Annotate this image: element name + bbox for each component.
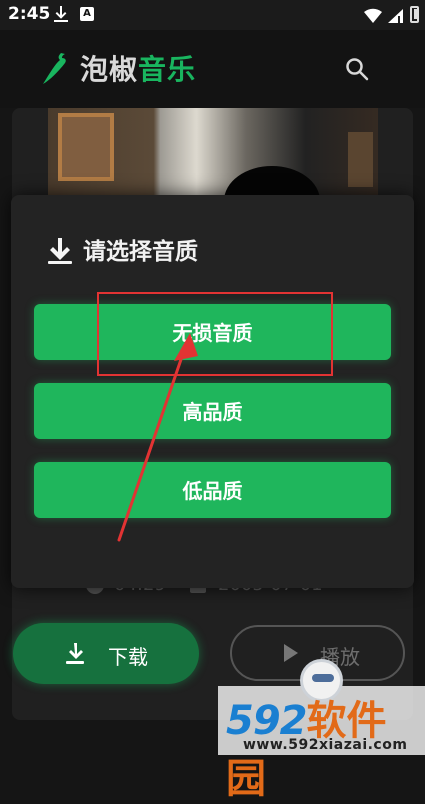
a-icon: A: [80, 7, 94, 21]
app-header: 泡椒音乐: [0, 30, 425, 108]
download-label: 下载: [108, 645, 148, 669]
chili-pepper-icon: [43, 53, 66, 84]
download-icon: [54, 6, 68, 22]
status-time: 2:45: [8, 4, 51, 24]
watermark-url: www.592xiazai.com: [243, 737, 408, 753]
signal-icon: [388, 9, 403, 23]
quality-dialog: 请选择音质 无损音质 高品质 低品质: [11, 195, 414, 588]
search-icon[interactable]: [343, 55, 371, 83]
wifi-icon: [364, 8, 382, 23]
logo-part2: 音乐: [138, 53, 197, 86]
download-icon: [66, 643, 84, 664]
download-icon: [48, 238, 72, 264]
logo-part1: 泡椒: [80, 53, 139, 86]
app-logo[interactable]: 泡椒音乐: [80, 48, 196, 88]
status-bar: 2:45 A: [0, 0, 425, 30]
dialog-title: 请选择音质: [83, 239, 198, 265]
album-cover-image: [48, 108, 378, 208]
low-quality-button[interactable]: 低品质: [34, 462, 391, 518]
high-quality-button[interactable]: 高品质: [34, 383, 391, 439]
watermark: 592软件园 www.592xiazai.com: [218, 659, 425, 802]
play-icon: [284, 644, 298, 662]
battery-icon: [410, 6, 419, 23]
download-button[interactable]: 下载: [13, 623, 199, 684]
annotation-arrow: [117, 333, 198, 542]
